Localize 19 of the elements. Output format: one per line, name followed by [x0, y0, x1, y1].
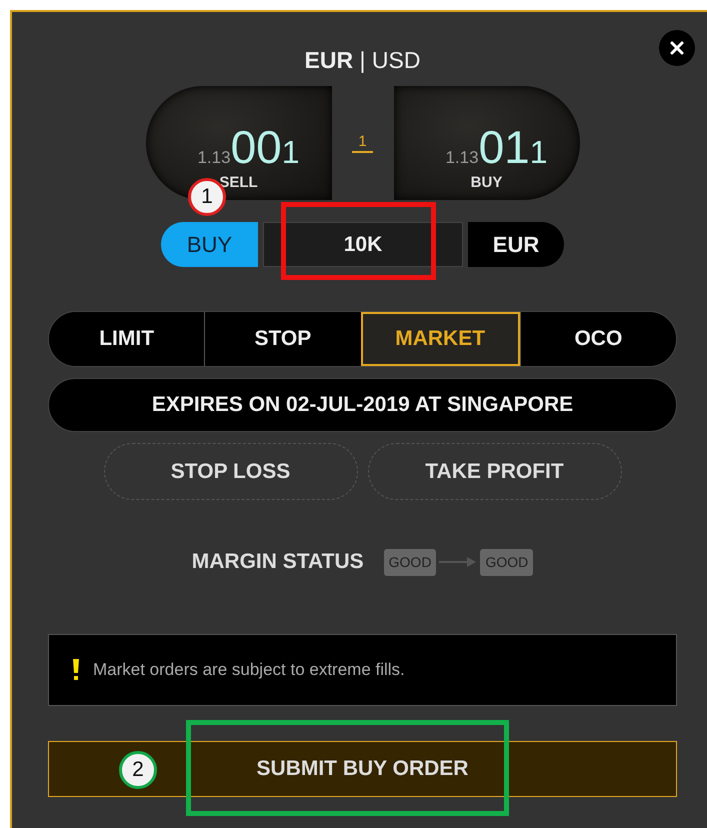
buy-price-button[interactable]: 1.13011 BUY	[394, 86, 580, 200]
pair-title: EUR | USD	[304, 46, 422, 75]
arrow-icon	[439, 556, 478, 568]
status-badge: GOOD	[384, 548, 436, 576]
margin-status-label: MARGIN STATUS	[192, 549, 364, 576]
amount-field[interactable]: 10K	[263, 222, 463, 267]
add-order-button[interactable]: TAKE PROFIT	[368, 443, 622, 500]
order-type-tab[interactable]: OCO	[520, 312, 676, 366]
warning-text: Market orders are subject to extreme fills.	[93, 659, 405, 682]
status-badge: GOOD	[480, 548, 534, 576]
currency-button[interactable]: EUR	[468, 222, 564, 267]
close-button[interactable]	[659, 30, 695, 66]
add-order-button[interactable]: STOP LOSS	[104, 443, 358, 500]
expiry-button[interactable]: EXPIRES ON 02-JUL-2019 AT SINGAPORE	[48, 378, 677, 432]
spread-value: 1	[352, 133, 373, 153]
close-icon	[669, 40, 685, 56]
order-type-tab[interactable]: MARKET	[360, 312, 520, 366]
side-toggle[interactable]: BUY	[161, 222, 258, 267]
warning-icon	[73, 659, 79, 681]
